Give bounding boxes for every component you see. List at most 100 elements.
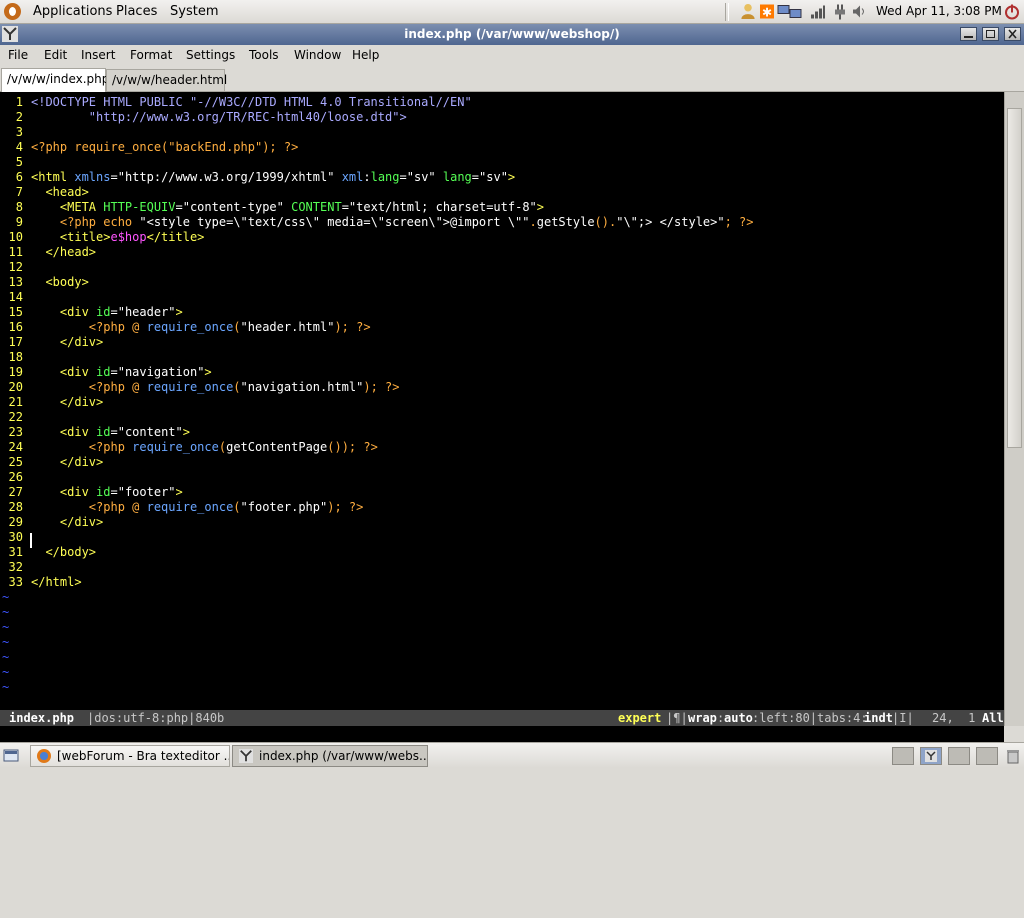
code-token: ); ?> [327, 500, 364, 514]
tab-index-php[interactable]: /v/w/w/index.php [1, 68, 109, 92]
code-line[interactable]: 11 </head> [0, 245, 1004, 260]
code-line[interactable]: 28 <?php @ require_once("footer.php"); ?… [0, 500, 1004, 515]
applications-menu[interactable]: Applications [33, 0, 112, 23]
top-panel: Applications Places System ✱ Wed Apr 11,… [0, 0, 1024, 24]
menu-settings[interactable]: Settings [186, 45, 235, 66]
code-line[interactable]: 27 <div id="footer"> [0, 485, 1004, 500]
code-token: ( [218, 440, 227, 454]
code-line[interactable]: 5 [0, 155, 1004, 170]
code-text: <?php require_once(getContentPage()); ?> [31, 440, 378, 455]
vertical-scrollbar[interactable] [1004, 92, 1024, 726]
update-notifier-icon[interactable]: ✱ [759, 3, 775, 20]
code-line[interactable]: 12 [0, 260, 1004, 275]
menu-tools[interactable]: Tools [249, 45, 279, 66]
tab-header-html[interactable]: /v/w/w/header.html [106, 69, 227, 91]
code-token: <META [31, 200, 104, 214]
status-filename: index.php [9, 711, 75, 725]
panel-clock[interactable]: Wed Apr 11, 3:08 PM [876, 0, 1002, 23]
user-icon[interactable] [739, 3, 757, 20]
show-desktop-icon[interactable] [3, 748, 19, 764]
code-line[interactable]: 21 </div> [0, 395, 1004, 410]
minimize-button[interactable] [960, 27, 977, 41]
code-token: id [96, 365, 111, 379]
menu-file[interactable]: File [8, 45, 28, 66]
code-line[interactable]: 7 <head> [0, 185, 1004, 200]
code-line[interactable]: 25 </div> [0, 455, 1004, 470]
code-line[interactable]: 20 <?php @ require_once("navigation.html… [0, 380, 1004, 395]
code-line[interactable]: 1 <!DOCTYPE HTML PUBLIC "-//W3C//DTD HTML… [0, 95, 1004, 110]
code-token: <body> [31, 275, 89, 289]
trash-icon[interactable] [1005, 748, 1021, 764]
code-token: = [110, 425, 118, 439]
code-token: xmlns [74, 170, 111, 184]
system-menu[interactable]: System [170, 0, 218, 23]
code-line[interactable]: 10 <title>e$hop</title> [0, 230, 1004, 245]
code-editor[interactable]: 1 <!DOCTYPE HTML PUBLIC "-//W3C//DTD HTML… [0, 92, 1004, 710]
code-line[interactable]: 17 </div> [0, 335, 1004, 350]
close-button[interactable] [1004, 27, 1021, 41]
svg-text:✱: ✱ [762, 6, 772, 20]
menu-window[interactable]: Window [294, 45, 341, 66]
line-number: 15 [8, 305, 23, 319]
workspace-3[interactable] [948, 747, 970, 765]
network-manager-icon[interactable] [777, 3, 803, 20]
code-line[interactable]: 8 <META HTTP-EQUIV="content-type" CONTEN… [0, 200, 1004, 215]
window-titlebar[interactable]: index.php (/var/www/webshop/) [0, 24, 1024, 45]
code-text: <?php @ require_once("header.html"); ?> [31, 320, 371, 335]
code-line[interactable]: 23 <div id="content"> [0, 425, 1004, 440]
code-line[interactable]: 3 [0, 125, 1004, 140]
code-line[interactable]: 26 [0, 470, 1004, 485]
menubar: File Edit Insert Format Settings Tools W… [0, 45, 1024, 67]
maximize-button[interactable] [982, 27, 999, 41]
signal-strength-icon[interactable] [810, 3, 826, 20]
code-token: "header" [117, 305, 176, 319]
menu-format[interactable]: Format [130, 45, 172, 66]
taskbar-button-webforum[interactable]: [webForum - Bra texteditor ... [30, 745, 230, 767]
scroll-thumb[interactable] [1007, 108, 1022, 448]
power-plug-icon[interactable] [832, 3, 848, 20]
menu-edit[interactable]: Edit [44, 45, 67, 66]
code-line[interactable]: 4 <?php require_once("backEnd.php"); ?> [0, 140, 1004, 155]
menu-insert[interactable]: Insert [81, 45, 115, 66]
taskbar-button-index-php[interactable]: index.php (/var/www/webs... [232, 745, 428, 767]
code-token: </head> [31, 245, 97, 259]
code-line[interactable]: 13 <body> [0, 275, 1004, 290]
shutdown-icon[interactable] [1004, 3, 1020, 20]
code-token: <head> [31, 185, 89, 199]
volume-icon[interactable] [851, 3, 867, 20]
code-line[interactable]: 14 [0, 290, 1004, 305]
code-line[interactable]: 15 <div id="header"> [0, 305, 1004, 320]
code-token: require_once [146, 500, 234, 514]
workspace-2[interactable] [920, 747, 942, 765]
code-line[interactable]: 9 <?php echo "<style type=\"text/css\" m… [0, 215, 1004, 230]
line-number: 19 [8, 365, 23, 379]
code-line[interactable]: 32 [0, 560, 1004, 575]
menu-help[interactable]: Help [352, 45, 379, 66]
command-line[interactable] [0, 726, 1004, 742]
code-text: <?php require_once("backEnd.php"); ?> [31, 140, 298, 155]
code-line[interactable]: 19 <div id="navigation"> [0, 365, 1004, 380]
code-text: <html xmlns="http://www.w3.org/1999/xhtm… [31, 170, 515, 185]
gnome-foot-icon[interactable] [4, 3, 21, 20]
code-line[interactable]: 24 <?php require_once(getContentPage());… [0, 440, 1004, 455]
code-token: require_once [132, 440, 219, 454]
workspace-4[interactable] [976, 747, 998, 765]
code-line[interactable]: 31 </body> [0, 545, 1004, 560]
workspace-1[interactable] [892, 747, 914, 765]
code-line[interactable]: 6 <html xmlns="http://www.w3.org/1999/xht… [0, 170, 1004, 185]
code-line[interactable]: 29 </div> [0, 515, 1004, 530]
code-line[interactable]: 33 </html> [0, 575, 1004, 590]
code-token: xml [341, 170, 364, 184]
code-token: </div> [31, 455, 104, 469]
code-token: "text/html; charset=utf-8" [348, 200, 537, 214]
places-menu[interactable]: Places [116, 0, 157, 23]
code-token: <div [31, 485, 97, 499]
code-line[interactable]: 22 [0, 410, 1004, 425]
code-line[interactable]: 18 [0, 350, 1004, 365]
code-line[interactable]: 2 "http://www.w3.org/TR/REC-html40/loose… [0, 110, 1004, 125]
code-line[interactable]: 30 [0, 530, 1004, 545]
code-line[interactable]: 16 <?php @ require_once("header.html"); … [0, 320, 1004, 335]
code-token: ; ?> [724, 215, 754, 229]
minimize-icon [964, 36, 973, 38]
line-number: 10 [8, 230, 23, 244]
